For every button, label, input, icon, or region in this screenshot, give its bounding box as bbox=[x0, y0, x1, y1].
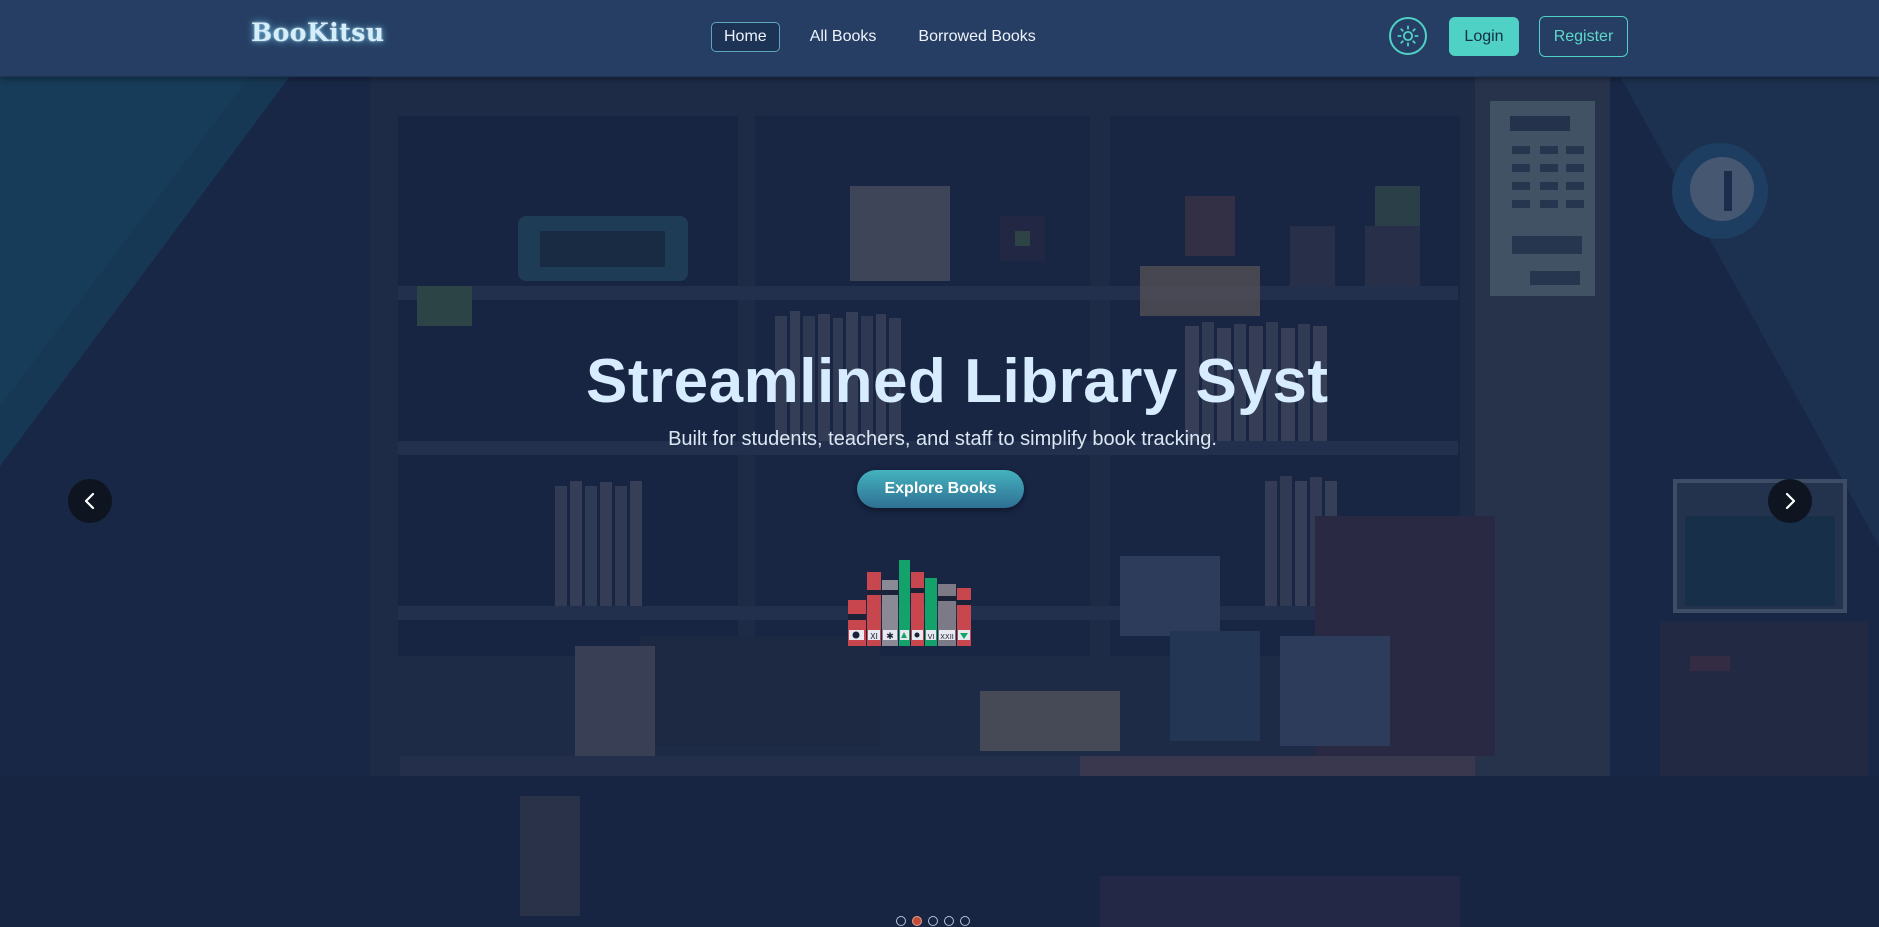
carousel-indicators bbox=[896, 916, 970, 926]
carousel-dot-5[interactable] bbox=[960, 916, 970, 926]
book-spine-label-2: VI bbox=[928, 633, 935, 641]
chevron-left-icon bbox=[84, 492, 95, 510]
login-button[interactable]: Login bbox=[1449, 17, 1519, 56]
carousel-next-button[interactable] bbox=[1768, 479, 1812, 523]
carousel-dot-4[interactable] bbox=[944, 916, 954, 926]
register-button[interactable]: Register bbox=[1539, 16, 1628, 57]
brand-logo[interactable]: BooKitsu bbox=[251, 18, 385, 47]
svg-text:✱: ✱ bbox=[886, 631, 894, 641]
carousel-dot-3[interactable] bbox=[928, 916, 938, 926]
carousel-prev-button[interactable] bbox=[68, 479, 112, 523]
book-spine-label-3: XXII bbox=[940, 633, 954, 641]
sun-icon bbox=[1397, 25, 1419, 47]
hero-title: Streamlined Library Syst bbox=[586, 347, 1329, 416]
hero-subtitle: Built for students, teachers, and staff … bbox=[668, 428, 1217, 450]
hero-carousel: Streamlined Library Syst Built for stude… bbox=[0, 76, 1879, 927]
theme-toggle-button[interactable] bbox=[1389, 17, 1427, 55]
nav-link-borrowed-books[interactable]: Borrowed Books bbox=[906, 23, 1047, 51]
chevron-right-icon bbox=[1785, 492, 1796, 510]
carousel-dot-1[interactable] bbox=[896, 916, 906, 926]
explore-books-button[interactable]: Explore Books bbox=[857, 470, 1024, 508]
nav-links: Home All Books Borrowed Books bbox=[711, 22, 1066, 52]
books-stack-icon: XI ✱ VI XXII bbox=[848, 560, 971, 646]
nav-link-all-books[interactable]: All Books bbox=[798, 23, 889, 51]
nav-link-home[interactable]: Home bbox=[711, 22, 780, 52]
carousel-dot-2[interactable] bbox=[912, 916, 922, 926]
book-spine-label-1: XI bbox=[870, 632, 878, 641]
top-navbar: BooKitsu Home All Books Borrowed Books L… bbox=[0, 0, 1879, 77]
